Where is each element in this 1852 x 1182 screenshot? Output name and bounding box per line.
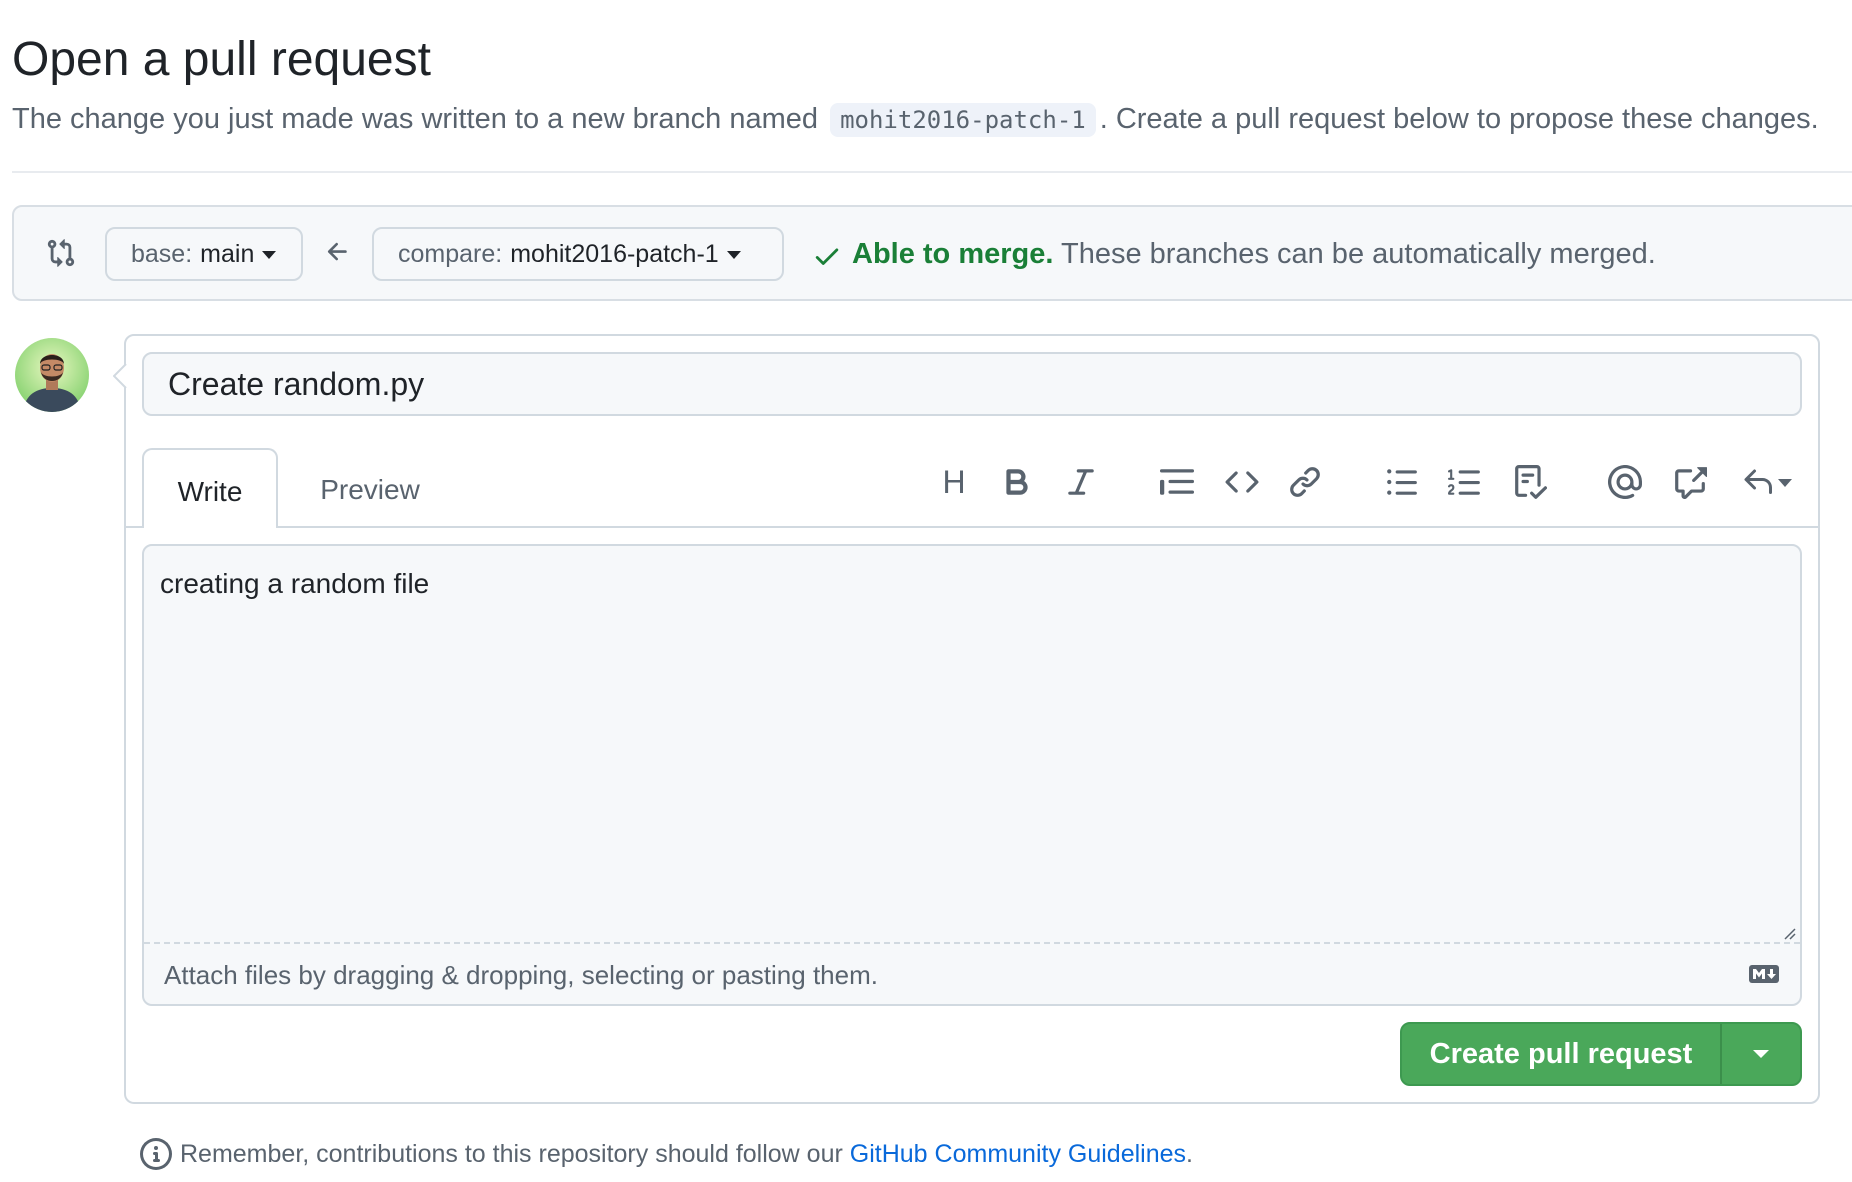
tab-write[interactable]: Write bbox=[142, 448, 278, 528]
pr-body-textarea[interactable] bbox=[142, 544, 1802, 1006]
compare-branch-select[interactable]: compare: mohit2016-patch-1 bbox=[372, 227, 784, 281]
heading-button[interactable]: H bbox=[934, 462, 974, 502]
italic-icon bbox=[1068, 469, 1094, 495]
contribution-note: Remember, contributions to this reposito… bbox=[180, 1137, 1193, 1171]
note-text-before: Remember, contributions to this reposito… bbox=[180, 1140, 843, 1168]
quote-icon bbox=[1160, 469, 1194, 495]
merge-status-label: Able to merge. bbox=[852, 238, 1054, 270]
italic-button[interactable] bbox=[1061, 462, 1101, 502]
page-subtitle: The change you just made was written to … bbox=[12, 100, 1819, 139]
cross-reference-button[interactable] bbox=[1670, 462, 1710, 502]
git-compare-icon bbox=[46, 238, 76, 268]
chevron-down-icon bbox=[1778, 479, 1792, 487]
pr-title-input[interactable] bbox=[142, 352, 1802, 416]
arrow-left-icon bbox=[324, 238, 352, 266]
code-icon bbox=[1225, 471, 1259, 493]
reply-icon bbox=[1744, 469, 1772, 494]
info-icon bbox=[140, 1138, 172, 1170]
note-text-after: . bbox=[1186, 1140, 1193, 1168]
base-branch-value: main bbox=[200, 239, 255, 268]
base-branch-label: base: bbox=[131, 239, 193, 268]
create-pull-request-button[interactable]: Create pull request bbox=[1402, 1024, 1722, 1084]
link-button[interactable] bbox=[1285, 462, 1325, 502]
chevron-down-icon bbox=[262, 251, 277, 259]
create-pull-request-button-group: Create pull request bbox=[1400, 1022, 1802, 1086]
check-icon bbox=[812, 241, 842, 271]
heading-icon: H bbox=[942, 464, 966, 500]
markdown-icon bbox=[1748, 964, 1780, 984]
community-guidelines-link[interactable]: GitHub Community Guidelines bbox=[850, 1140, 1186, 1168]
bold-icon bbox=[1006, 469, 1028, 495]
resize-handle-icon[interactable] bbox=[1780, 924, 1796, 940]
tasklist-icon bbox=[1515, 465, 1547, 499]
saved-replies-button[interactable] bbox=[1738, 462, 1796, 502]
bold-button[interactable] bbox=[997, 462, 1037, 502]
pr-body-text: creating a random file bbox=[160, 568, 430, 599]
comment-pointer bbox=[112, 363, 129, 389]
compare-branch-label: compare: bbox=[398, 239, 503, 268]
page-title: Open a pull request bbox=[12, 33, 431, 86]
merge-status: Able to merge. These branches can be aut… bbox=[852, 236, 1656, 272]
compare-branch-value: mohit2016-patch-1 bbox=[510, 239, 719, 268]
code-button[interactable] bbox=[1222, 462, 1262, 502]
tab-preview[interactable]: Preview bbox=[300, 448, 440, 528]
branch-name-code: mohit2016-patch-1 bbox=[830, 103, 1096, 137]
link-icon bbox=[1290, 467, 1320, 497]
list-unordered-icon bbox=[1387, 469, 1417, 495]
header-divider bbox=[12, 171, 1852, 173]
ordered-list-button[interactable] bbox=[1445, 462, 1485, 502]
list-ordered-icon bbox=[1448, 469, 1480, 495]
cross-reference-icon bbox=[1675, 467, 1707, 499]
avatar[interactable] bbox=[15, 338, 89, 412]
mention-button[interactable] bbox=[1605, 462, 1645, 502]
task-list-button[interactable] bbox=[1510, 462, 1550, 502]
base-branch-select[interactable]: base: main bbox=[105, 227, 303, 281]
attach-divider bbox=[144, 942, 1800, 944]
subtitle-text-before: The change you just made was written to … bbox=[12, 103, 819, 135]
chevron-down-icon bbox=[1753, 1050, 1769, 1058]
merge-status-message: These branches can be automatically merg… bbox=[1060, 238, 1656, 270]
subtitle-text-after: . Create a pull request below to propose… bbox=[1099, 103, 1819, 135]
quote-button[interactable] bbox=[1157, 462, 1197, 502]
unordered-list-button[interactable] bbox=[1382, 462, 1422, 502]
create-options-dropdown[interactable] bbox=[1722, 1024, 1800, 1084]
attach-files-hint[interactable]: Attach files by dragging & dropping, sel… bbox=[164, 958, 878, 992]
chevron-down-icon bbox=[726, 251, 741, 259]
mention-icon bbox=[1608, 465, 1642, 499]
